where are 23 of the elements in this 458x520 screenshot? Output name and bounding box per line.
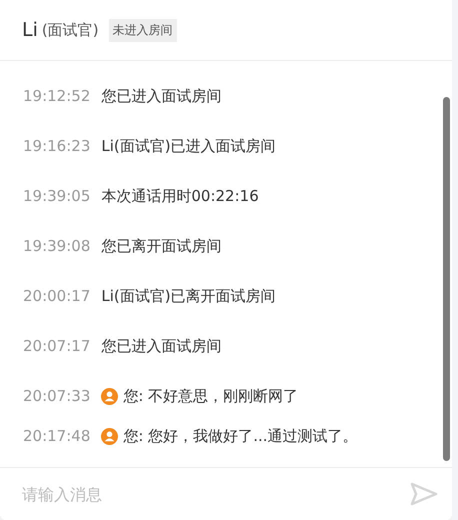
room-status-tag: 未进入房间 (108, 18, 177, 42)
user-avatar-icon (101, 428, 118, 446)
user-avatar-icon (101, 388, 118, 406)
message-time: 19:39:08 (23, 237, 90, 256)
system-message: Li(面试官)已离开面试房间 (101, 287, 276, 306)
system-message: 本次通话用时00:22:16 (101, 187, 259, 206)
message-time: 19:16:23 (23, 137, 90, 156)
chat-message: 您: 您好，我做好了...通过测试了。 (123, 427, 358, 446)
chat-message: 您: 不好意思，刚刚断网了 (123, 387, 298, 406)
user-role: (面试官) (42, 20, 99, 40)
send-icon[interactable] (410, 482, 438, 506)
message-time: 20:07:33 (23, 387, 90, 406)
system-message: 您已进入面试房间 (101, 87, 222, 106)
message-time: 20:07:17 (23, 337, 90, 356)
user-name: Li (22, 19, 38, 42)
message-time: 19:39:05 (23, 187, 90, 206)
message-time: 20:00:17 (23, 287, 90, 306)
message-time: 20:17:48 (23, 427, 90, 446)
system-message: Li(面试官)已进入面试房间 (101, 137, 276, 156)
system-message: 您已进入面试房间 (101, 337, 222, 356)
message-time: 19:12:52 (23, 87, 90, 106)
scrollbar[interactable] (443, 97, 450, 462)
system-message: 您已离开面试房间 (101, 237, 222, 256)
